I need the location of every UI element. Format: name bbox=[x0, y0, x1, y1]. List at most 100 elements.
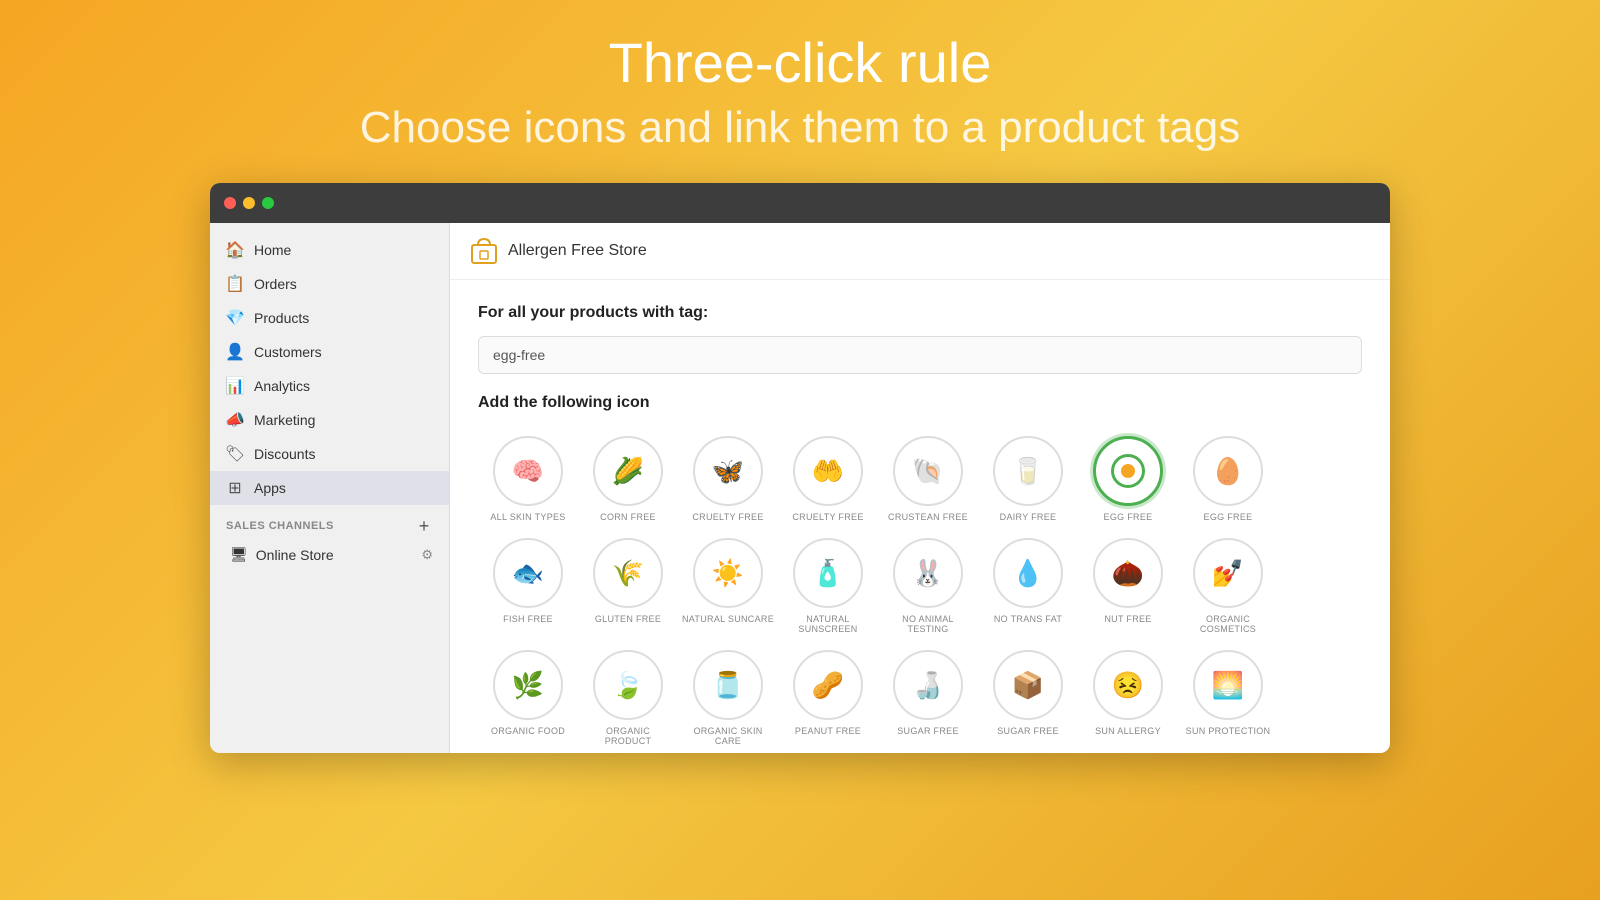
icon-item-organic-product[interactable]: 🍃ORGANIC PRODUCT bbox=[578, 642, 678, 753]
icon-label-fish-free: FISH FREE bbox=[503, 614, 553, 624]
icon-item-cruelty-free-1[interactable]: 🦋CRUELTY FREE bbox=[678, 428, 778, 530]
icon-circle-no-animal-testing: 🐰 bbox=[893, 538, 963, 608]
icon-label-organic-food: ORGANIC FOOD bbox=[491, 726, 565, 736]
sidebar-item-home[interactable]: 🏠 Home bbox=[210, 233, 449, 267]
apps-icon: ⊞ bbox=[226, 479, 244, 497]
icon-circle-organic-cosmetics: 💅 bbox=[1193, 538, 1263, 608]
sidebar-item-orders[interactable]: 📋 Orders bbox=[210, 267, 449, 301]
icon-label-natural-suncare: NATURAL SUNCARE bbox=[682, 614, 774, 624]
icon-item-all-skin-types[interactable]: 🧠 ALL SKIN TYPES bbox=[478, 428, 578, 530]
icon-label-peanut-free: PEANUT FREE bbox=[795, 726, 861, 736]
content-body: For all your products with tag: Add the … bbox=[450, 280, 1390, 753]
customers-icon: 👤 bbox=[226, 343, 244, 361]
icon-label-organic-product: ORGANIC PRODUCT bbox=[582, 726, 674, 746]
icon-item-egg-free-1[interactable]: EGG FREE bbox=[1078, 428, 1178, 530]
icon-label-cruelty-free-2: CRUELTY FREE bbox=[792, 512, 863, 522]
icon-circle-fish-free: 🐟 bbox=[493, 538, 563, 608]
icon-item-sun-allergy[interactable]: 😣SUN ALLERGY bbox=[1078, 642, 1178, 753]
icon-circle-cruelty-free-2: 🤲 bbox=[793, 436, 863, 506]
icon-label-dairy-free: DAIRY FREE bbox=[1000, 512, 1057, 522]
icon-circle-dairy-free: 🥛 bbox=[993, 436, 1063, 506]
home-icon: 🏠 bbox=[226, 241, 244, 259]
icon-circle-sugar-free-2: 📦 bbox=[993, 650, 1063, 720]
marketing-icon: 📣 bbox=[226, 411, 244, 429]
icon-label-sugar-free-2: SUGAR FREE bbox=[997, 726, 1059, 736]
icon-label-no-animal-testing: NO ANIMAL TESTING bbox=[882, 614, 974, 634]
analytics-icon: 📊 bbox=[226, 377, 244, 395]
sidebar-item-apps[interactable]: ⊞ Apps bbox=[210, 471, 449, 505]
tag-input[interactable] bbox=[478, 336, 1362, 374]
close-button[interactable] bbox=[224, 197, 236, 209]
icon-circle-nut-free: 🌰 bbox=[1093, 538, 1163, 608]
orders-icon: 📋 bbox=[226, 275, 244, 293]
icon-label-no-trans-fat: NO TRANS FAT bbox=[994, 614, 1062, 624]
online-store-left: 🖥 Online Store bbox=[230, 546, 334, 563]
icon-circle-organic-skin-care: 🫙 bbox=[693, 650, 763, 720]
icon-label-organic-cosmetics: ORGANIC COSMETICS bbox=[1182, 614, 1274, 634]
icons-grid: 🧠 ALL SKIN TYPES 🌽CORN FREE🦋CRUELTY FREE🤲 C… bbox=[478, 428, 1362, 753]
icon-item-nut-free[interactable]: 🌰 NUT FREE bbox=[1078, 530, 1178, 642]
maximize-button[interactable] bbox=[262, 197, 274, 209]
icon-item-corn-free[interactable]: 🌽CORN FREE bbox=[578, 428, 678, 530]
app-window: 🏠 Home 📋 Orders 💎 Products 👤 Customers 📊… bbox=[210, 183, 1390, 753]
icon-item-dairy-free[interactable]: 🥛 DAIRY FREE bbox=[978, 428, 1078, 530]
icon-label-sun-allergy: SUN ALLERGY bbox=[1095, 726, 1161, 736]
store-name: Allergen Free Store bbox=[508, 242, 647, 260]
icon-circle-corn-free: 🌽 bbox=[593, 436, 663, 506]
icon-item-sun-protection[interactable]: 🌅SUN PROTECTION bbox=[1178, 642, 1278, 753]
icon-item-sugar-free-2[interactable]: 📦 SUGAR FREE bbox=[978, 642, 1078, 753]
sidebar-item-discounts[interactable]: 🏷 Discounts bbox=[210, 437, 449, 471]
icon-item-organic-cosmetics[interactable]: 💅 ORGANIC COSMETICS bbox=[1178, 530, 1278, 642]
sidebar-item-products-label: Products bbox=[254, 310, 309, 326]
traffic-lights bbox=[224, 197, 274, 209]
online-store-label: Online Store bbox=[256, 547, 334, 563]
icon-label-crustean-free: CRUSTEAN FREE bbox=[888, 512, 968, 522]
products-icon: 💎 bbox=[226, 309, 244, 327]
icon-label-all-skin-types: ALL SKIN TYPES bbox=[490, 512, 565, 522]
icon-label-egg-free-2: EGG FREE bbox=[1204, 512, 1253, 522]
icon-item-gluten-free[interactable]: 🌾GLUTEN FREE bbox=[578, 530, 678, 642]
minimize-button[interactable] bbox=[243, 197, 255, 209]
icon-item-natural-sunscreen[interactable]: 🧴 NATURAL SUNSCREEN bbox=[778, 530, 878, 642]
icon-label-egg-free-1: EGG FREE bbox=[1104, 512, 1153, 522]
icon-item-peanut-free[interactable]: 🥜 PEANUT FREE bbox=[778, 642, 878, 753]
icon-section-label: Add the following icon bbox=[478, 394, 1362, 412]
icon-circle-all-skin-types: 🧠 bbox=[493, 436, 563, 506]
icon-label-sugar-free-1: SUGAR FREE bbox=[897, 726, 959, 736]
online-store-settings-icon[interactable]: ⚙ bbox=[421, 547, 433, 563]
icon-item-organic-skin-care[interactable]: 🫙 ORGANIC SKIN CARE bbox=[678, 642, 778, 753]
sidebar-item-online-store[interactable]: 🖥 Online Store ⚙ bbox=[210, 539, 449, 570]
icon-item-organic-food[interactable]: 🌿ORGANIC FOOD bbox=[478, 642, 578, 753]
icon-circle-crustean-free: 🐚 bbox=[893, 436, 963, 506]
sidebar-item-customers[interactable]: 👤 Customers bbox=[210, 335, 449, 369]
icon-item-no-trans-fat[interactable]: 💧NO TRANS FAT bbox=[978, 530, 1078, 642]
icon-circle-natural-suncare: ☀️ bbox=[693, 538, 763, 608]
icon-circle-natural-sunscreen: 🧴 bbox=[793, 538, 863, 608]
sales-channels-label: SALES CHANNELS bbox=[226, 520, 334, 532]
icon-circle-gluten-free: 🌾 bbox=[593, 538, 663, 608]
icon-item-fish-free[interactable]: 🐟 FISH FREE bbox=[478, 530, 578, 642]
sidebar-item-products[interactable]: 💎 Products bbox=[210, 301, 449, 335]
icon-label-cruelty-free-1: CRUELTY FREE bbox=[692, 512, 763, 522]
icon-item-no-animal-testing[interactable]: 🐰 NO ANIMAL TESTING bbox=[878, 530, 978, 642]
sidebar-item-analytics-label: Analytics bbox=[254, 378, 310, 394]
tag-section-label: For all your products with tag: bbox=[478, 304, 1362, 322]
icon-item-crustean-free[interactable]: 🐚 CRUSTEAN FREE bbox=[878, 428, 978, 530]
sidebar-item-marketing[interactable]: 📣 Marketing bbox=[210, 403, 449, 437]
icon-item-cruelty-free-2[interactable]: 🤲 CRUELTY FREE bbox=[778, 428, 878, 530]
content-header: Allergen Free Store bbox=[450, 223, 1390, 280]
icon-label-nut-free: NUT FREE bbox=[1104, 614, 1151, 624]
title-bar bbox=[210, 183, 1390, 223]
sidebar-item-marketing-label: Marketing bbox=[254, 412, 315, 428]
icon-label-organic-skin-care: ORGANIC SKIN CARE bbox=[682, 726, 774, 746]
icon-label-natural-sunscreen: NATURAL SUNSCREEN bbox=[782, 614, 874, 634]
icon-item-egg-free-2[interactable]: 🥚EGG FREE bbox=[1178, 428, 1278, 530]
icon-item-sugar-free-1[interactable]: 🍶SUGAR FREE bbox=[878, 642, 978, 753]
add-sales-channel-button[interactable]: + bbox=[415, 517, 433, 535]
icon-circle-peanut-free: 🥜 bbox=[793, 650, 863, 720]
sidebar-item-analytics[interactable]: 📊 Analytics bbox=[210, 369, 449, 403]
icon-item-natural-suncare[interactable]: ☀️ NATURAL SUNCARE bbox=[678, 530, 778, 642]
egg-icon-dot bbox=[1121, 464, 1135, 478]
store-icon bbox=[470, 237, 498, 265]
sidebar-item-orders-label: Orders bbox=[254, 276, 297, 292]
